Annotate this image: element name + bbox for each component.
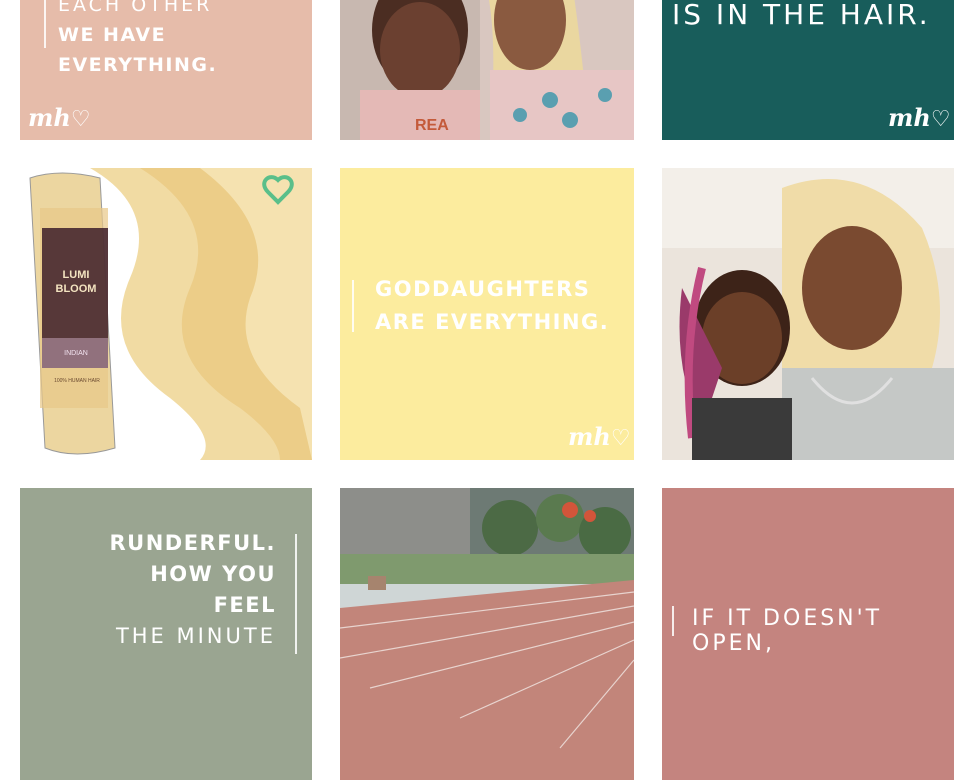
photo-selfie	[662, 168, 954, 460]
hair-bundle-image	[20, 168, 312, 460]
product-label: LUMI BLOOM	[48, 268, 104, 296]
svg-text:REA: REA	[415, 117, 449, 134]
product-fine-print: 100% HUMAN HAIR	[54, 378, 100, 384]
quote-line: GODDAUGHTERS	[375, 277, 591, 301]
mh-logo: mh♡	[888, 103, 951, 132]
post-tile-runderful[interactable]: RUNDERFUL. HOW YOU FEEL THE MINUTE	[20, 488, 312, 780]
post-tile-photo-selfie[interactable]	[662, 168, 954, 460]
mh-logo: mh♡	[568, 422, 631, 451]
photo-mother-daughter: REA	[340, 0, 634, 140]
post-tile-photo-track[interactable]	[340, 488, 634, 780]
quote-text: IF IT DOESN'T OPEN,	[692, 606, 954, 656]
quote-bar	[44, 0, 46, 48]
photo-running-track	[340, 488, 634, 780]
quote-text: IS IN THE HAIR.	[672, 0, 931, 31]
product-brand-line: BLOOM	[55, 283, 97, 295]
quote-bar	[352, 280, 354, 332]
post-tile-photo-mother-daughter[interactable]: REA	[340, 0, 634, 140]
quote-bar	[295, 534, 297, 654]
product-brand-line: LUMI	[62, 269, 90, 281]
quote-line: HOW YOU	[150, 562, 276, 586]
quote-line: THE MINUTE	[115, 624, 276, 648]
post-tile-lumi-bloom-product[interactable]: LUMI BLOOM INDIAN 100% HUMAN HAIR	[20, 168, 312, 460]
quote-text: GODDAUGHTERS ARE EVERYTHING.	[375, 273, 609, 339]
post-tile-if-it-doesnt-open[interactable]: IF IT DOESN'T OPEN,	[662, 488, 954, 780]
post-tile-in-the-hair[interactable]: IS IN THE HAIR. mh♡	[662, 0, 954, 140]
quote-line: ARE EVERYTHING.	[375, 310, 610, 334]
product-sub-label: INDIAN	[64, 350, 88, 357]
mh-logo: mh♡	[28, 103, 91, 132]
quote-line: WE HAVE EVERYTHING.	[58, 24, 218, 76]
post-tile-goddaughters[interactable]: GODDAUGHTERS ARE EVERYTHING. mh♡	[340, 168, 634, 460]
quote-line: EACH OTHER	[58, 0, 213, 16]
quote-text: EACH OTHER WE HAVE EVERYTHING.	[58, 0, 312, 80]
quote-line: RUNDERFUL.	[109, 531, 276, 555]
quote-line: IS IN THE HAIR.	[672, 0, 931, 31]
quote-line: FEEL	[213, 593, 276, 617]
quote-text: RUNDERFUL. HOW YOU FEEL THE MINUTE	[109, 528, 276, 652]
quote-line: IF IT DOESN'T OPEN,	[692, 606, 883, 656]
post-tile-each-other[interactable]: EACH OTHER WE HAVE EVERYTHING. mh♡	[20, 0, 312, 140]
quote-bar	[672, 606, 674, 636]
